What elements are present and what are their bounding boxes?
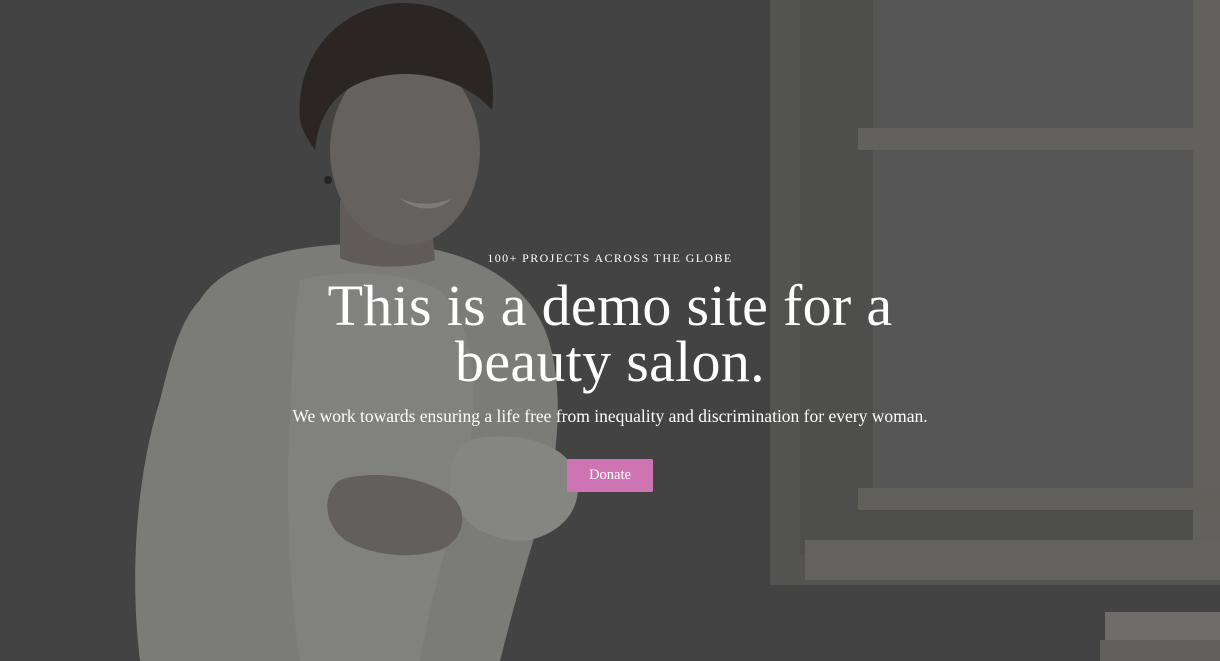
hero-content: 100+ PROJECTS ACROSS THE GLOBE This is a…: [0, 248, 1220, 492]
hero-subtitle: We work towards ensuring a life free fro…: [292, 406, 928, 426]
hero-section: 100+ PROJECTS ACROSS THE GLOBE This is a…: [0, 0, 1220, 661]
hero-eyebrow: 100+ PROJECTS ACROSS THE GLOBE: [487, 251, 733, 265]
donate-button[interactable]: Donate: [567, 459, 653, 492]
hero-headline: This is a demo site for a beauty salon.: [327, 273, 893, 394]
